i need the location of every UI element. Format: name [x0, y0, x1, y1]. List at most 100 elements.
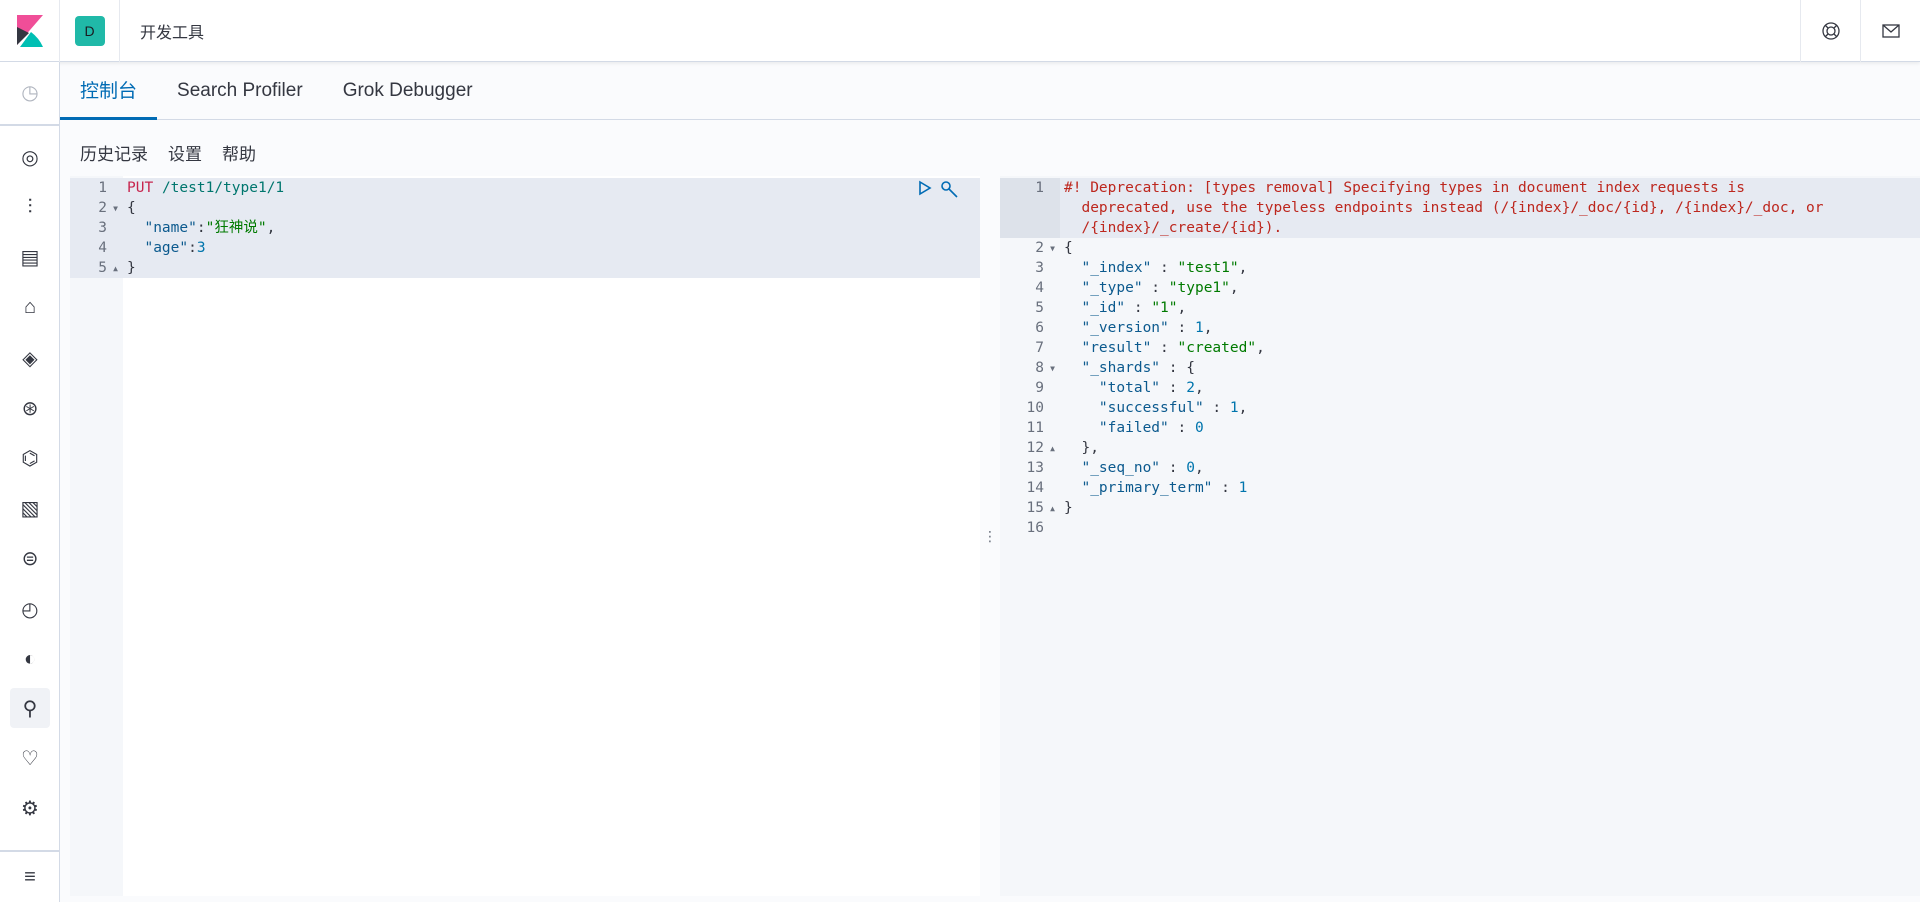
active-line-highlight [123, 198, 980, 218]
code-token: "1" [1151, 300, 1178, 316]
fold-up-icon[interactable]: ▲ [113, 259, 118, 279]
sidebar-item-visualize[interactable]: ⫶ [10, 187, 50, 227]
code-token: : [1160, 460, 1187, 476]
request-content[interactable]: PUT /test1/type1/1{ "name":"狂神说", "age":… [123, 176, 980, 896]
logs-icon: ▧ [20, 497, 40, 520]
help-button[interactable] [1800, 0, 1860, 62]
code-token: "_type" [1081, 280, 1143, 296]
tab-console[interactable]: 控制台 [60, 62, 158, 120]
code-token: "name" [144, 220, 197, 236]
code-line: "total" : 2, [1064, 378, 1204, 398]
line-number: 2 [98, 200, 107, 216]
pane-resizer[interactable]: ⋮ [980, 176, 1000, 896]
code-line: "_type" : "type1", [1064, 278, 1238, 298]
code-token: "_seq_no" [1081, 460, 1161, 476]
sidebar-item-management[interactable]: ⚙ [10, 788, 50, 828]
sidebar-item-recently-viewed[interactable]: ◷ [10, 72, 50, 112]
sidebar-item-dev-tools[interactable]: ⚲ [10, 688, 50, 728]
canvas-icon: ⌂ [23, 295, 37, 318]
code-token: { [1064, 240, 1073, 256]
sidebar-item-monitoring[interactable]: ♡ [10, 738, 50, 778]
fold-down-icon[interactable]: ▼ [1050, 359, 1055, 379]
code-token: : [1168, 320, 1195, 336]
code-token: 1 [1229, 400, 1239, 416]
line-number: 10 [1026, 400, 1044, 416]
sidebar-item-collapse[interactable]: ≡ [10, 857, 50, 897]
fold-up-icon[interactable]: ▲ [1050, 499, 1055, 519]
breadcrumb: 开发工具 [140, 24, 205, 42]
maps-icon: ◈ [22, 347, 38, 370]
sidebar-item-uptime[interactable]: ◴ [10, 589, 50, 629]
play-icon[interactable] [918, 180, 932, 196]
line-number: 16 [1026, 520, 1044, 536]
code-token: : [188, 240, 197, 256]
code-token: "created" [1177, 340, 1257, 356]
code-line: "age":3 [127, 238, 205, 258]
code-token: : [1151, 340, 1178, 356]
newsfeed-button[interactable] [1860, 0, 1920, 62]
request-editor[interactable]: 1 2 ▼ 3 4 5 ▲ PUT /test1/type1/1{ "name":"狂神说"… [70, 176, 980, 896]
code-token: "_index" [1081, 260, 1152, 276]
code-token: : [1168, 420, 1195, 436]
sidebar-item-discover[interactable]: ◎ [10, 137, 50, 177]
active-line-highlight [123, 258, 980, 278]
line-number: 8 [1035, 360, 1044, 376]
fold-down-icon[interactable]: ▼ [113, 199, 118, 219]
code-token: , [1203, 320, 1213, 336]
tab-search-profiler[interactable]: Search Profiler [157, 62, 323, 120]
sidebar-item-machine-learning[interactable]: ⊛ [10, 388, 50, 428]
history-link[interactable]: 历史记录 [80, 140, 148, 165]
response-gutter: 1 2 ▼ 3 4 5 6 7 8 ▼ 9 10 11 12 ▲ 13 14 15 ▲ 16 [1000, 176, 1060, 896]
machine-learning-icon: ⊛ [21, 397, 39, 420]
code-line: { [1064, 238, 1073, 258]
sidebar-item-logs[interactable]: ▧ [10, 488, 50, 528]
sidebar-item-canvas[interactable]: ⌂ [10, 287, 50, 327]
sidebar-item-infrastructure[interactable]: ⌬ [10, 438, 50, 478]
settings-link[interactable]: 设置 [168, 140, 202, 165]
lifebuoy-icon [1821, 22, 1840, 40]
code-line: "failed" : 0 [1064, 418, 1204, 438]
line-number: 1 [1035, 180, 1044, 196]
line-number: 14 [1026, 480, 1044, 496]
code-token: 2 [1186, 380, 1195, 396]
code-token: "successful" [1098, 400, 1204, 416]
sidebar-item-siem[interactable]: ◐ [10, 639, 50, 679]
wrench-icon[interactable] [940, 180, 960, 198]
code-token: { [127, 200, 136, 216]
sidebar-item-maps[interactable]: ◈ [10, 338, 50, 378]
sidebar-item-apm[interactable]: ⊜ [10, 538, 50, 578]
code-line: } [1064, 498, 1073, 518]
line-number: 4 [98, 240, 107, 256]
code-token: , [1238, 400, 1248, 416]
help-link[interactable]: 帮助 [222, 140, 256, 165]
line-number: 1 [98, 180, 107, 196]
kibana-logo[interactable] [0, 0, 60, 62]
top-header: D 开发工具 [0, 0, 1920, 62]
code-token: 0 [1194, 420, 1204, 436]
fold-down-icon[interactable]: ▼ [1050, 239, 1055, 259]
tab-grok-debugger[interactable]: Grok Debugger [323, 62, 493, 120]
response-content: #! Deprecation: [types removal] Specifyi… [1060, 176, 1920, 896]
code-token: , [266, 220, 276, 236]
sidebar-item-dashboard[interactable]: ▤ [10, 237, 50, 277]
code-line: "name":"狂神说", [127, 218, 275, 238]
code-line: } [127, 258, 136, 278]
apm-icon: ⊜ [21, 547, 39, 570]
discover-icon: ◎ [21, 146, 39, 169]
line-number: 3 [98, 220, 107, 236]
code-line: "_id" : "1", [1064, 298, 1186, 318]
code-token: : [1212, 480, 1239, 496]
fold-up-icon[interactable]: ▲ [1050, 439, 1055, 459]
dev-tools-tabs: 控制台 Search Profiler Grok Debugger [60, 62, 1920, 120]
code-token: "total" [1098, 380, 1161, 396]
dev-tools-icon: ⚲ [22, 697, 38, 720]
response-editor: 1 2 ▼ 3 4 5 6 7 8 ▼ 9 10 11 12 ▲ 13 14 15 ▲ 16 #! Deprecati… [1000, 176, 1920, 896]
space-selector[interactable]: D [60, 0, 120, 62]
